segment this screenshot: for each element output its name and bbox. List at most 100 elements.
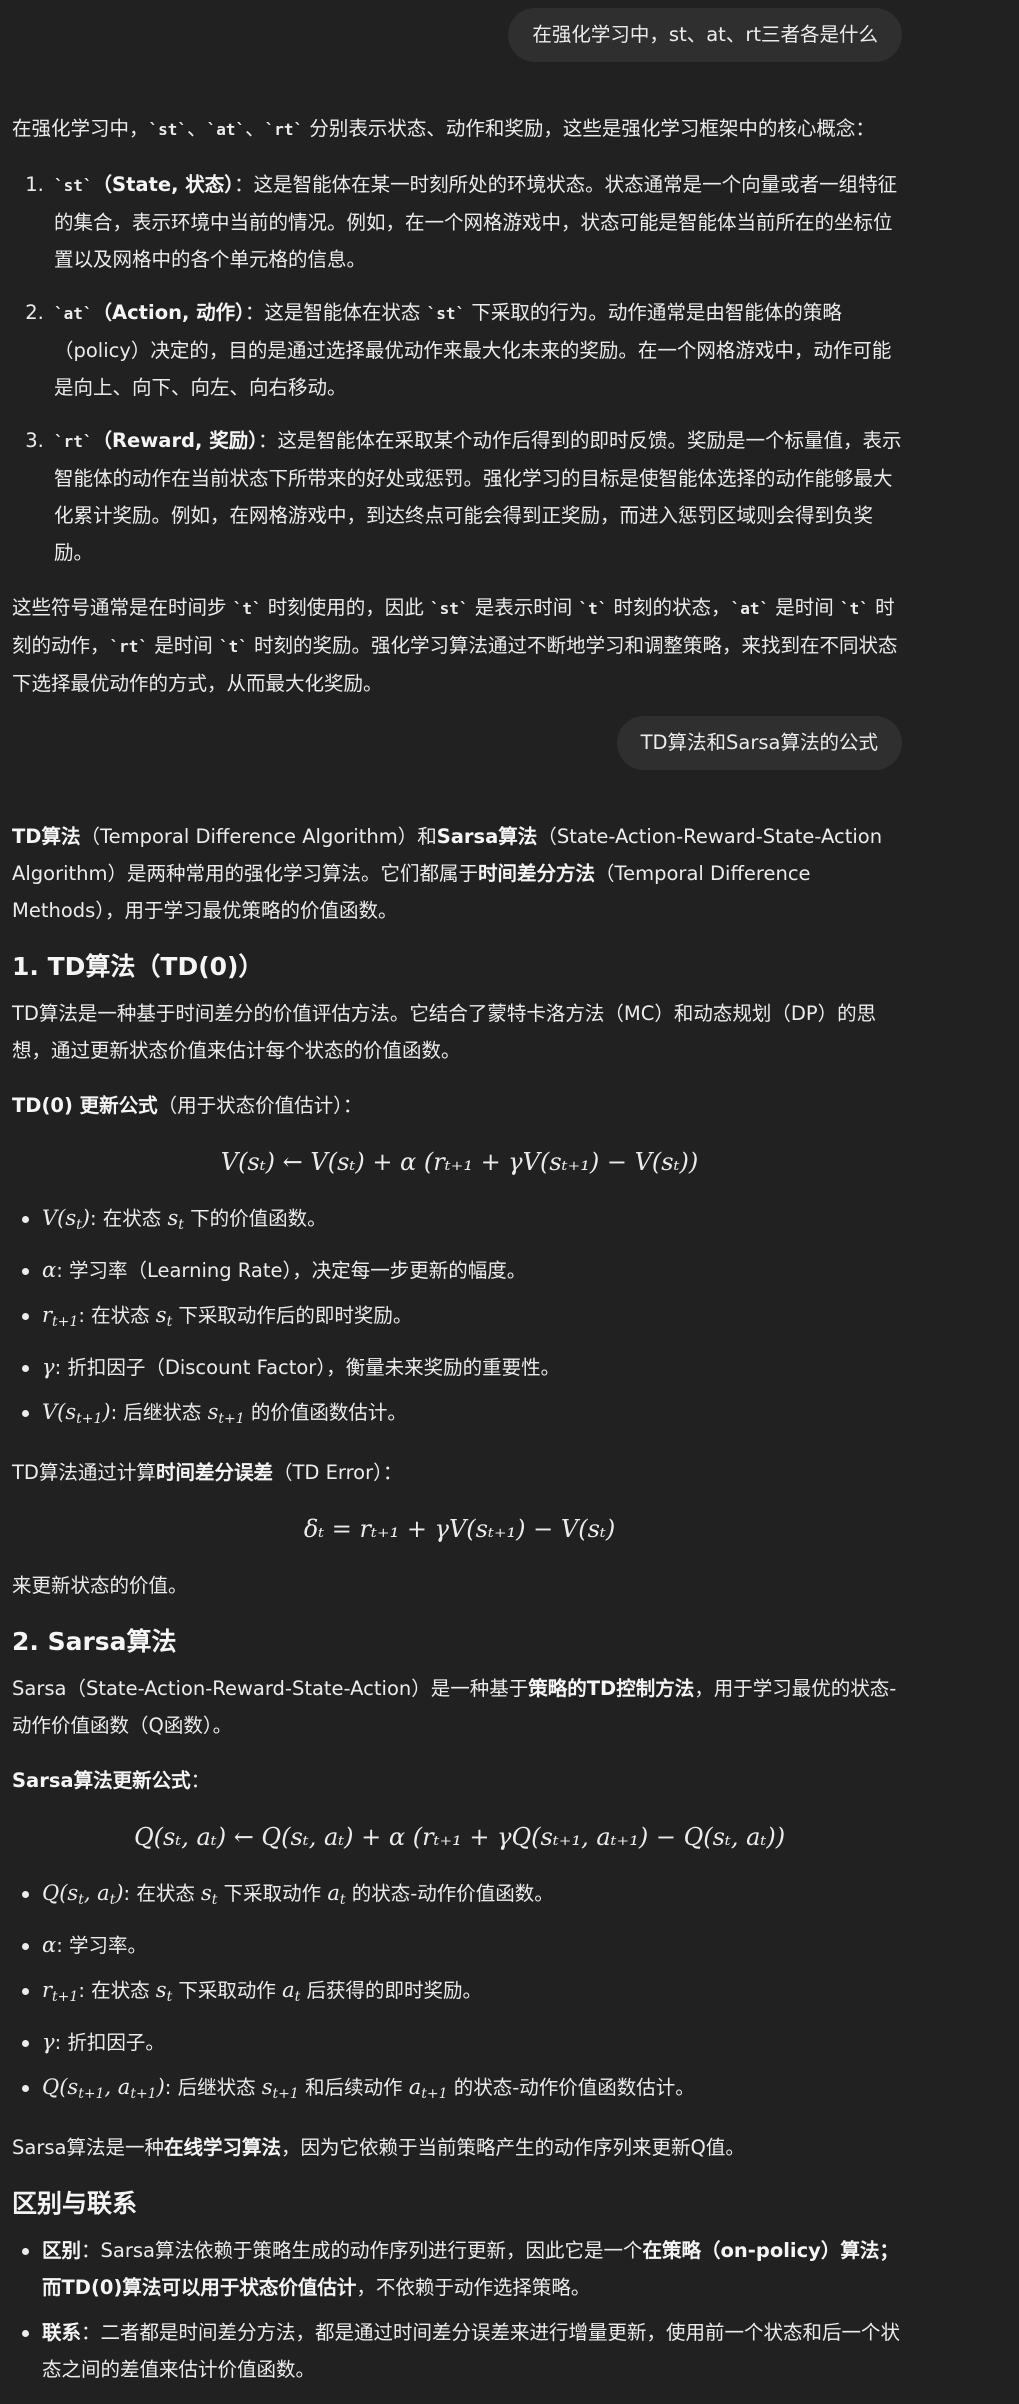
bold-text: TD(0) 更新公式 [12,1094,158,1117]
text: 分别表示状态、动作和奖励，这些是强化学习框架中的核心概念： [303,117,875,140]
text: : 折扣因子（Discount Factor），衡量未来奖励的重要性。 [54,1356,561,1379]
definition-list: `st`（State, 状态）：这是智能体在某一时刻所处的环境状态。状态通常是一… [12,166,907,571]
list-item: V(st+1): 后继状态 st+1 的价值函数估计。 [22,1394,907,1438]
text: : 后继状态 [164,2076,262,2099]
text: 是时间 [769,596,840,619]
list-item: γ: 折扣因子。 [22,2024,907,2061]
sarsa-online: Sarsa算法是一种在线学习算法，因为它依赖于当前策略产生的动作序列来更新Q值。 [12,2129,907,2166]
list-item: Q(st, at): 在状态 st 下采取动作 at 的状态-动作价值函数。 [22,1875,907,1919]
list-item: Q(st+1, at+1): 后继状态 st+1 和后续动作 at+1 的状态-… [22,2069,907,2113]
answer-intro: 在强化学习中，`st`、`at`、`rt` 分别表示状态、动作和奖励，这些是强化… [12,110,907,148]
text: （TD Error）： [272,1461,403,1484]
assistant-message: TD算法（Temporal Difference Algorithm）和Sars… [12,818,907,2404]
list-item: 区别：Sarsa算法依赖于策略生成的动作序列进行更新，因此它是一个在策略（on-… [22,2232,907,2306]
text: 这些符号通常是在时间步 [12,596,233,619]
text: : 在状态 [78,1979,156,2002]
inline-code: `rt` [264,120,304,139]
text: 下采取动作后的即时奖励。 [172,1304,413,1327]
bold-text: 时间差分误差 [155,1461,273,1484]
sarsa-description: Sarsa（State-Action-Reward-State-Action）是… [12,1670,907,1744]
math-symbol: st+1 [207,1400,245,1427]
answer-intro: TD算法（Temporal Difference Algorithm）和Sars… [12,818,907,929]
inline-code: `t` [232,599,262,618]
user-message-text: 在强化学习中，st、at、rt三者各是什么 [532,23,878,46]
item-title: （State, 状态） [92,173,235,196]
text: 在强化学习中， [12,117,149,140]
math-symbol: st [155,1978,173,2005]
math-symbol: st+1 [261,2075,299,2102]
list-item: α: 学习率。 [22,1927,907,1964]
bold-text: 策略的TD控制方法 [528,1677,695,1700]
math-symbol: V(st) [42,1206,90,1233]
math-symbol: V(st+1) [42,1400,111,1427]
td-description: TD算法是一种基于时间差分的价值评估方法。它结合了蒙特卡洛方法（MC）和动态规划… [12,1002,877,1062]
text: 的价值函数估计。 [244,1401,407,1424]
assistant-message: 在强化学习中，`st`、`at`、`rt` 分别表示状态、动作和奖励，这些是强化… [12,110,907,720]
td-update-label: TD(0) 更新公式（用于状态价值估计）： [12,1087,907,1124]
td-error-label: TD算法通过计算时间差分误差（TD Error）： [12,1454,907,1491]
td-error-formula: δₜ = rₜ₊₁ + γV(sₜ₊₁) − V(sₜ) [303,1515,616,1543]
inline-code: `at` [54,304,93,323]
text: 后获得的即时奖励。 [300,1979,482,2002]
inline-code: `st` [148,120,188,139]
inline-code: `t` [840,599,869,618]
text: : 在状态 [89,1207,168,1230]
math-symbol: st [167,1206,184,1233]
list-item: `st`（State, 状态）：这是智能体在某一时刻所处的环境状态。状态通常是一… [50,166,907,278]
text: （用于状态价值估计）： [157,1094,363,1117]
item-text: ：这是智能体在状态 [244,301,427,324]
math-symbol: γ [42,2030,55,2054]
list-item: `rt`（Reward, 奖励）：这是智能体在采取某个动作后得到的即时反馈。奖励… [50,422,907,571]
text: 是时间 [148,634,219,657]
user-message-bubble: TD算法和Sarsa算法的公式 [616,716,902,770]
text: 是表示时间 [468,596,579,619]
math-symbol: at+1 [408,2075,448,2102]
section-heading: 2. Sarsa算法 [12,1627,177,1656]
math-symbol: at [282,1978,301,2005]
bold-text: 在线学习算法 [163,2136,281,2159]
text: : 在状态 [78,1304,156,1327]
text: 下采取动作 [217,1882,328,1905]
text: : 学习率。 [56,1934,147,1957]
list-item: `at`（Action, 动作）：这是智能体在状态 `st` 下采取的行为。动作… [50,294,907,406]
math-symbol: γ [42,1355,55,1379]
inline-code: `rt` [54,432,93,451]
text: Sarsa（State-Action-Reward-State-Action）是… [12,1677,529,1700]
text: 时刻的状态， [607,596,731,619]
text: ：Sarsa算法依赖于策略生成的动作序列进行更新，因此它是一个 [81,2239,643,2262]
text: TD算法通过计算 [12,1461,156,1484]
td-symbol-list: V(st): 在状态 st 下的价值函数。 α: 学习率（Learning Ra… [12,1200,907,1438]
math-symbol: st [201,1881,218,1908]
text: : 在状态 [123,1882,202,1905]
td-error-after: 来更新状态的价值。 [12,1574,188,1597]
text: 下采取动作 [172,1979,283,2002]
bold-text: TD算法 [12,825,81,848]
bold-text: 区别 [42,2239,82,2262]
math-symbol: α [42,1258,57,1282]
item-title: （Action, 动作） [92,301,245,324]
text: 和后续动作 [298,2076,409,2099]
math-symbol: at [327,1881,346,1908]
text: ： [190,1769,211,1792]
user-message-text: TD算法和Sarsa算法的公式 [640,731,878,754]
list-item: rt+1: 在状态 st 下采取动作后的即时奖励。 [22,1297,907,1341]
bold-text: 联系 [42,2321,82,2344]
list-item: α: 学习率（Learning Rate），决定每一步更新的幅度。 [22,1252,907,1289]
inline-code: `st` [426,304,466,323]
user-message-bubble: 在强化学习中，st、at、rt三者各是什么 [508,8,902,62]
text: : 后继状态 [110,1401,208,1424]
text: 的状态-动作价值函数估计。 [447,2076,695,2099]
bold-text: Sarsa算法 [436,825,538,848]
bold-text: Sarsa算法更新公式 [12,1769,191,1792]
inline-code: `at` [730,599,770,618]
text: ：二者都是时间差分方法，都是通过时间差分误差来进行增量更新，使用前一个状态和后一… [42,2321,901,2381]
bold-text: 时间差分方法 [478,862,596,885]
math-symbol: rt+1 [42,1978,79,2005]
td-formula: V(sₜ) ← V(sₜ) + α (rₜ₊₁ + γV(sₜ₊₁) − V(s… [220,1148,699,1176]
text: 时刻使用的，因此 [261,596,431,619]
list-item: V(st): 在状态 st 下的价值函数。 [22,1200,907,1244]
inline-code: `t` [218,637,248,656]
text: Sarsa算法是一种 [12,2136,164,2159]
math-symbol: rt+1 [42,1303,79,1330]
comparison-list: 区别：Sarsa算法依赖于策略生成的动作序列进行更新，因此它是一个在策略（on-… [12,2232,907,2388]
